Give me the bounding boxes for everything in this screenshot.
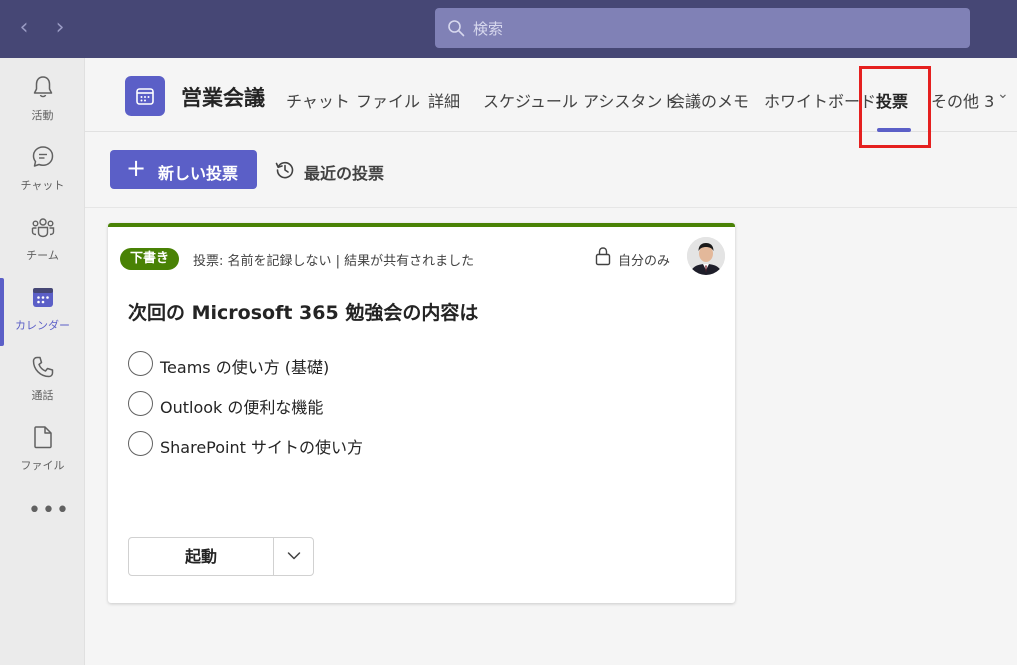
- launch-button[interactable]: 起動: [129, 538, 274, 575]
- radio-button[interactable]: [128, 351, 153, 376]
- rail-item-label: カレンダー: [15, 319, 70, 332]
- poll-card[interactable]: 下書き 投票: 名前を記録しない | 結果が共有されました 自分のみ 次回の M…: [108, 223, 735, 603]
- chevron-down-icon: [287, 552, 301, 560]
- rail-item-label: チーム: [26, 249, 59, 262]
- rail-item-calls[interactable]: 通話: [0, 348, 85, 414]
- avatar[interactable]: [687, 237, 725, 275]
- poll-option-label: Teams の使い方 (基礎): [160, 358, 330, 377]
- rail-item-files[interactable]: ファイル: [0, 418, 85, 484]
- rail-item-label: チャット: [20, 179, 65, 192]
- poll-settings-text: 投票: 名前を記録しない | 結果が共有されました: [193, 254, 475, 269]
- highlight-annotation: [859, 66, 931, 148]
- launch-split-button: 起動: [128, 537, 314, 576]
- plus-icon: +: [126, 154, 147, 182]
- forward-arrow-icon[interactable]: ›: [50, 16, 70, 40]
- status-badge: 下書き: [120, 248, 180, 270]
- poll-option-label: Outlook の便利な機能: [160, 398, 324, 417]
- new-poll-label: 新しい投票: [158, 164, 239, 183]
- recent-polls-label: 最近の投票: [304, 164, 385, 183]
- radio-button[interactable]: [128, 431, 153, 456]
- radio-button[interactable]: [128, 391, 153, 416]
- user-avatar-icon: [687, 237, 725, 275]
- search-placeholder: 検索: [473, 20, 504, 38]
- chat-icon: [32, 146, 54, 167]
- bell-icon: [33, 76, 53, 98]
- tab-scheduling-assistant[interactable]: スケジュール アシスタント: [483, 88, 678, 112]
- meeting-icon: [125, 76, 165, 116]
- rail-item-activity[interactable]: 活動: [0, 68, 85, 134]
- page-title: 営業会議: [181, 86, 265, 110]
- rail-item-label: ファイル: [20, 459, 65, 472]
- history-icon: [275, 161, 294, 179]
- file-icon: [34, 426, 52, 449]
- app-rail: 活動 チャット チーム カレンダー 通話 ファイル •••: [0, 58, 85, 665]
- divider: [85, 207, 1017, 208]
- rail-item-teams[interactable]: チーム: [0, 208, 85, 274]
- teams-icon: [31, 218, 55, 238]
- rail-item-label: 活動: [31, 109, 54, 122]
- launch-options-dropdown[interactable]: [275, 538, 313, 575]
- calendar-icon: [136, 88, 154, 105]
- lock-icon: [595, 247, 611, 266]
- calendar-icon: [33, 288, 53, 307]
- visibility-label: 自分のみ: [618, 254, 671, 269]
- search-box[interactable]: 検索: [435, 8, 970, 48]
- search-icon: [448, 20, 465, 37]
- rail-item-calendar[interactable]: カレンダー: [0, 278, 85, 346]
- new-poll-button[interactable]: + 新しい投票: [110, 150, 257, 189]
- title-bar: ‹ › 検索: [0, 0, 1017, 58]
- phone-icon: [32, 356, 54, 378]
- rail-item-label: 通話: [31, 389, 54, 402]
- chevron-down-icon[interactable]: ⌄: [997, 86, 1009, 102]
- more-apps-icon[interactable]: •••: [28, 500, 69, 522]
- back-arrow-icon[interactable]: ‹: [14, 16, 34, 40]
- tab-details[interactable]: 詳細: [428, 88, 460, 112]
- poll-question: 次回の Microsoft 365 勉強会の内容は: [128, 302, 479, 324]
- tab-files[interactable]: ファイル: [356, 88, 420, 112]
- tab-meeting-notes[interactable]: 会議のメモ: [669, 88, 749, 112]
- poll-option-label: SharePoint サイトの使い方: [160, 438, 363, 457]
- tab-more[interactable]: その他 3: [931, 88, 994, 112]
- tab-chat[interactable]: チャット: [286, 88, 350, 112]
- rail-item-chat[interactable]: チャット: [0, 138, 85, 204]
